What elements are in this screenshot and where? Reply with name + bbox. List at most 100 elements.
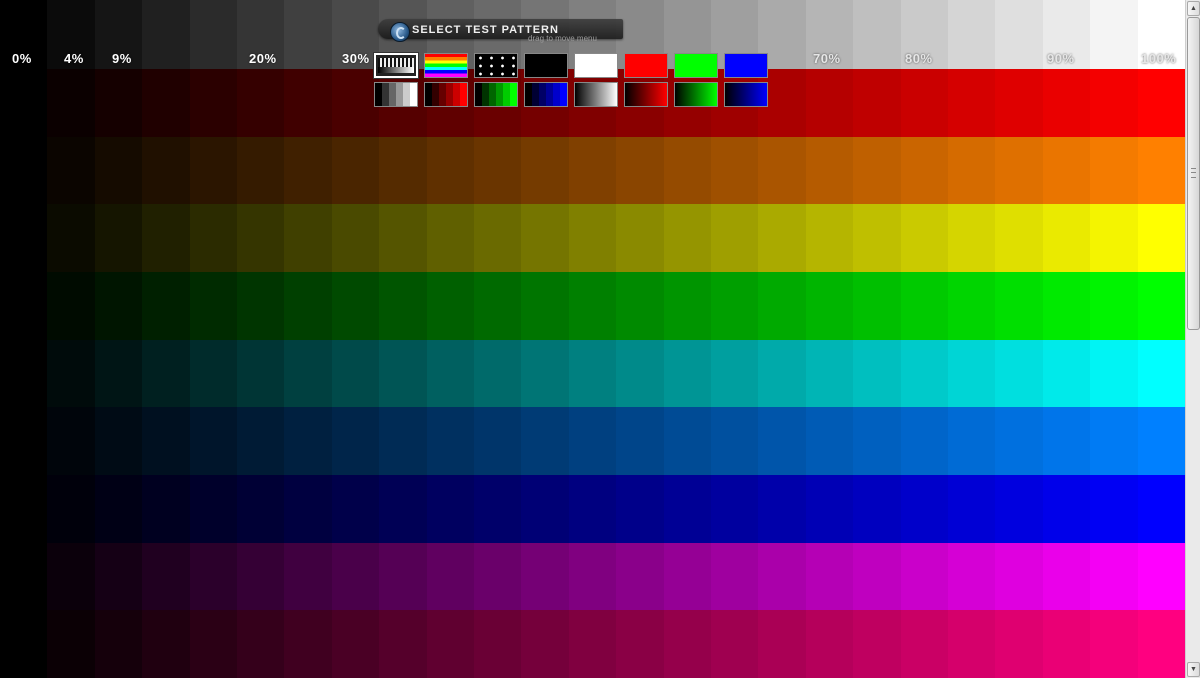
color-step-cell (758, 204, 807, 273)
thumbnail-solid-red[interactable] (624, 53, 668, 78)
thumbnail-color-gradient-bars[interactable] (424, 53, 468, 78)
color-step-cell (426, 136, 475, 205)
color-step-cell (1042, 610, 1091, 678)
scrollbar-thumb[interactable] (1187, 17, 1200, 330)
color-step-cell (1090, 407, 1139, 476)
test-pattern-menu[interactable]: SELECT TEST PATTERN drag to move menu (370, 17, 780, 113)
color-step-cell (663, 204, 712, 273)
thumbnail-white-gradient[interactable] (574, 82, 618, 107)
thumbnail-grayscale-steps[interactable] (373, 52, 419, 79)
color-step-cell (521, 475, 570, 544)
color-step-cell (616, 407, 665, 476)
color-step-cell (948, 542, 996, 611)
color-step-cell (1090, 542, 1139, 611)
thumbnail-red-gradient[interactable] (624, 82, 668, 107)
color-step-cell (474, 204, 522, 273)
color-step-cell (948, 204, 996, 273)
arrow-up-icon[interactable]: ▲ (1187, 1, 1200, 16)
color-step-cell (237, 69, 285, 138)
thumbnail-white-steps[interactable] (374, 82, 418, 107)
color-step-cell (995, 407, 1044, 476)
thumbnail-dot-grid[interactable] (474, 53, 518, 78)
color-step-cell (142, 136, 191, 205)
color-step-cell (521, 407, 570, 476)
color-step-cell (142, 475, 191, 544)
color-row-blue (0, 475, 1185, 544)
color-step-cell (189, 475, 238, 544)
gray-step-cell (948, 0, 996, 69)
arrow-down-icon[interactable]: ▼ (1187, 662, 1200, 677)
color-step-cell (94, 204, 143, 273)
thumbnail-green-gradient[interactable] (674, 82, 718, 107)
color-step-cell (0, 542, 48, 611)
percent-label: 20% (249, 51, 277, 66)
color-step-cell (47, 204, 96, 273)
color-step-cell (47, 339, 96, 408)
color-step-cell (663, 542, 712, 611)
color-step-cell (948, 610, 996, 678)
color-step-cell (0, 339, 48, 408)
color-step-cell (568, 610, 617, 678)
color-step-cell (1042, 407, 1091, 476)
color-step-cell (474, 475, 522, 544)
color-step-cell (663, 475, 712, 544)
thumbnail-solid-white[interactable] (574, 53, 618, 78)
color-step-cell (995, 475, 1044, 544)
color-row-rose (0, 610, 1185, 678)
color-step-cell (900, 610, 949, 678)
color-row-yellow (0, 204, 1185, 273)
color-step-cell (568, 272, 617, 341)
color-step-cell (805, 475, 854, 544)
color-step-cell (1042, 136, 1091, 205)
percent-label: 80% (905, 51, 933, 66)
thumbnail-solid-black[interactable] (524, 53, 568, 78)
thumbnail-solid-blue[interactable] (724, 53, 768, 78)
gray-step-cell (995, 0, 1044, 69)
color-step-cell (853, 610, 902, 678)
color-step-cell (663, 610, 712, 678)
color-row-azure (0, 407, 1185, 476)
color-step-cell (142, 610, 191, 678)
color-step-cell (1090, 136, 1139, 205)
color-step-cell (474, 339, 522, 408)
color-step-cell (237, 204, 285, 273)
color-step-cell (948, 272, 996, 341)
app-logo-icon (390, 22, 410, 42)
thumbnail-solid-green[interactable] (674, 53, 718, 78)
thumbnail-blue-gradient[interactable] (724, 82, 768, 107)
color-step-cell (663, 272, 712, 341)
color-step-cell (853, 542, 902, 611)
color-step-cell (379, 272, 428, 341)
vertical-scrollbar[interactable]: ▲ ▼ (1185, 0, 1200, 678)
percent-label: 4% (64, 51, 84, 66)
thumbnail-red-steps[interactable] (424, 82, 468, 107)
color-step-cell (900, 69, 949, 138)
color-step-cell (1137, 339, 1185, 408)
color-step-cell (1090, 339, 1139, 408)
color-step-cell (853, 475, 902, 544)
color-step-cell (616, 339, 665, 408)
thumbnail-blue-steps[interactable] (524, 82, 568, 107)
color-step-cell (616, 272, 665, 341)
menu-title-bar[interactable]: SELECT TEST PATTERN drag to move menu (378, 19, 623, 43)
color-step-cell (995, 204, 1044, 273)
color-step-cell (0, 69, 48, 138)
color-step-cell (94, 407, 143, 476)
color-step-cell (0, 272, 48, 341)
color-step-cell (663, 136, 712, 205)
percent-label: 70% (813, 51, 841, 66)
color-step-cell (616, 610, 665, 678)
color-step-cell (521, 204, 570, 273)
color-step-cell (426, 475, 475, 544)
color-step-cell (189, 407, 238, 476)
color-step-cell (426, 272, 475, 341)
color-step-cell (711, 136, 759, 205)
color-step-cell (47, 475, 96, 544)
color-step-cell (1090, 204, 1139, 273)
color-step-cell (94, 542, 143, 611)
color-step-cell (189, 610, 238, 678)
color-step-cell (521, 339, 570, 408)
color-step-cell (474, 272, 522, 341)
color-step-cell (426, 542, 475, 611)
thumbnail-green-steps[interactable] (474, 82, 518, 107)
